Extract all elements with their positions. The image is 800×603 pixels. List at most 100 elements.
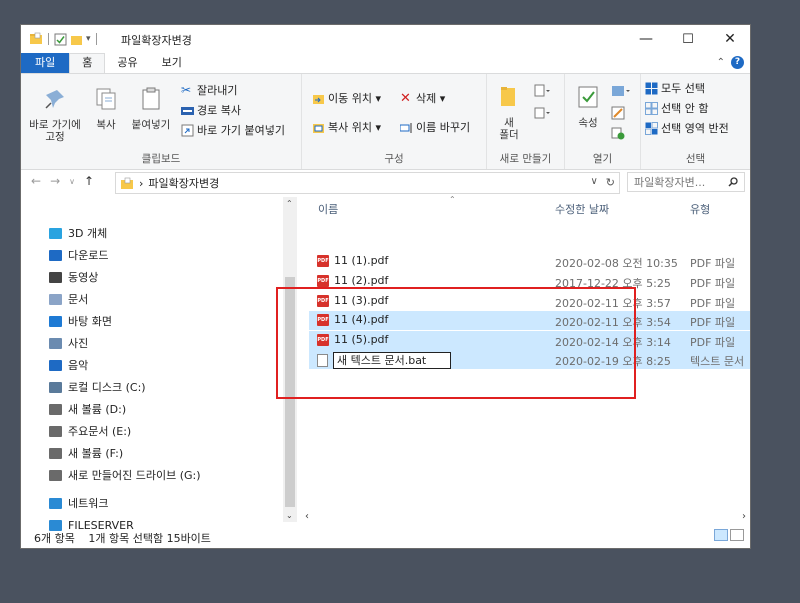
sidebar-item[interactable]: 사진 [49, 333, 88, 353]
breadcrumb-chevron-icon[interactable]: › [139, 177, 143, 190]
help-icon[interactable]: ? [731, 56, 744, 69]
horizontal-scrollbar[interactable]: ‹ › [301, 511, 750, 523]
file-row[interactable]: 새 텍스트 문서.bat 2020-02-19 오후 8:25 텍스트 문서 [309, 350, 750, 369]
ribbon: 바로 가기에 고정 복사 붙여넣기 ✂ 잘라내기 경로 복사 바로 가기 붙여넣… [21, 73, 750, 170]
tab-share[interactable]: 공유 [105, 53, 149, 73]
column-type[interactable]: 유형 [690, 201, 710, 217]
sidebar-item[interactable]: 새 볼륨 (F:) [49, 443, 123, 463]
sidebar-item[interactable]: 바탕 화면 [49, 311, 112, 331]
system-drive-icon [49, 381, 62, 393]
recent-dropdown-icon[interactable]: ∨ [69, 174, 75, 190]
sidebar-item[interactable]: 새 볼륨 (D:) [49, 399, 126, 419]
file-name-cell: PDF 11 (5).pdf [317, 333, 388, 346]
select-none-button[interactable]: 선택 안 함 [645, 100, 708, 116]
copy-path-button[interactable]: 경로 복사 [181, 102, 241, 118]
minimize-button[interactable]: — [626, 25, 666, 53]
sidebar-item-label: 새로 만들어진 드라이브 (G:) [68, 469, 201, 482]
paste-button[interactable]: 붙여넣기 [127, 86, 175, 131]
nav-scrollbar[interactable]: ⌃ ⌄ [283, 197, 297, 522]
copy-to-button[interactable]: 복사 위치 ▾ [312, 119, 381, 135]
move-to-label: 이동 위치 ▾ [328, 92, 381, 105]
file-row[interactable]: PDF 11 (4).pdf 2020-02-11 오후 3:54 PDF 파일 [309, 311, 750, 330]
sidebar-item[interactable]: 음악 [49, 355, 88, 375]
sidebar-item[interactable]: 네트워크 [49, 493, 108, 513]
download-icon [49, 249, 62, 261]
file-date: 2017-12-22 오후 5:25 [555, 277, 671, 290]
invert-selection-button[interactable]: 선택 영역 반전 [645, 120, 729, 136]
sidebar-item-label: 음악 [68, 359, 89, 372]
paste-shortcut-button[interactable]: 바로 가기 붙여넣기 [181, 122, 285, 138]
rename-button[interactable]: 이름 바꾸기 [400, 119, 470, 135]
scroll-right-icon[interactable]: › [742, 511, 746, 523]
easy-access-icon[interactable] [533, 106, 551, 120]
address-dropdown-icon[interactable]: ∨ [590, 176, 597, 189]
back-icon[interactable]: ← [31, 174, 41, 190]
sidebar-item[interactable]: 문서 [49, 289, 88, 309]
new-folder-icon[interactable] [70, 33, 83, 46]
properties-icon[interactable] [54, 33, 67, 46]
sidebar-item[interactable]: 주요문서 (E:) [49, 421, 131, 441]
file-row[interactable]: PDF 11 (1).pdf 2020-02-08 오전 10:35 PDF 파일 [309, 252, 750, 271]
new-folder-button[interactable]: 새 폴더 [491, 84, 527, 141]
edit-icon[interactable] [611, 106, 625, 120]
scissors-icon: ✂ [181, 82, 192, 97]
file-row[interactable]: PDF 11 (3).pdf 2020-02-11 오후 3:57 PDF 파일 [309, 292, 750, 311]
sidebar-item-label: 다운로드 [68, 249, 109, 262]
copy-path-label: 경로 복사 [197, 104, 241, 117]
column-name[interactable]: 이름 [318, 201, 338, 217]
address-controls: ∨ ↻ [590, 176, 615, 189]
sidebar-item[interactable]: 다운로드 [49, 245, 108, 265]
quick-access-toolbar: ▾ [29, 32, 99, 46]
scroll-left-icon[interactable]: ‹ [305, 511, 309, 523]
open-icon[interactable] [611, 84, 633, 98]
close-button[interactable]: ✕ [710, 25, 750, 53]
column-date[interactable]: 수정한 날짜 [555, 201, 609, 217]
tab-view[interactable]: 보기 [150, 53, 194, 73]
delete-button[interactable]: ✕ 삭제 ▾ [400, 90, 445, 106]
maximize-button[interactable]: ☐ [668, 25, 708, 53]
address-bar-row: ← → ∨ ↑ › 파일확장자변경 ∨ ↻ 파일확장자변... [21, 170, 750, 194]
forward-icon[interactable]: → [50, 174, 60, 190]
folder-icon [121, 177, 133, 189]
nav-scroll-thumb[interactable] [285, 277, 295, 507]
details-view-icon[interactable] [714, 529, 728, 541]
new-group-label: 새로 만들기 [499, 153, 552, 165]
file-type: PDF 파일 [690, 316, 736, 329]
select-all-button[interactable]: 모두 선택 [645, 80, 705, 96]
customize-qat-icon[interactable]: ▾ [86, 34, 91, 44]
new-item-icon[interactable] [533, 84, 551, 98]
scroll-down-icon[interactable]: ⌄ [286, 511, 293, 520]
sidebar-item[interactable]: 새로 만들어진 드라이브 (G:) [49, 465, 201, 485]
history-icon[interactable] [611, 126, 625, 140]
file-row[interactable]: PDF 11 (2).pdf 2017-12-22 오후 5:25 PDF 파일 [309, 272, 750, 291]
refresh-icon[interactable]: ↻ [606, 176, 615, 189]
search-input[interactable]: 파일확장자변... [627, 172, 745, 192]
sidebar-item[interactable]: 로컬 디스크 (C:) [49, 377, 146, 397]
file-row[interactable]: PDF 11 (5).pdf 2020-02-14 오후 3:14 PDF 파일 [309, 331, 750, 350]
tab-home[interactable]: 홈 [69, 53, 106, 73]
collapse-ribbon-icon[interactable]: ⌃ [717, 57, 725, 68]
large-icons-view-icon[interactable] [730, 529, 744, 541]
tab-file[interactable]: 파일 [21, 53, 70, 73]
sidebar-item-label: 주요문서 (E:) [68, 425, 132, 438]
navigation-pane: 3D 개체 다운로드 동영상 문서 바탕 화면 사진 음악 로컬 디스크 (C:) 새 볼륨 (… [21, 197, 283, 532]
invert-selection-icon [645, 121, 658, 135]
pdf-file-icon: PDF [317, 254, 329, 267]
pin-quick-access-button[interactable]: 바로 가기에 고정 [25, 86, 85, 143]
breadcrumb-current[interactable]: 파일확장자변경 [148, 175, 219, 191]
title-bar: ▾ 파일확장자변경 — ☐ ✕ [21, 25, 750, 53]
cut-button[interactable]: ✂ 잘라내기 [181, 82, 237, 98]
sidebar-item[interactable]: 동영상 [49, 267, 98, 287]
scroll-up-icon[interactable]: ⌃ [286, 199, 293, 208]
paste-shortcut-label: 바로 가기 붙여넣기 [197, 124, 285, 137]
properties-button[interactable]: 속성 [571, 84, 605, 129]
move-to-button[interactable]: 이동 위치 ▾ [312, 90, 381, 106]
up-icon[interactable]: ↑ [84, 174, 94, 190]
address-bar[interactable]: › 파일확장자변경 ∨ ↻ [115, 172, 620, 194]
sidebar-item[interactable]: 3D 개체 [49, 223, 107, 243]
view-buttons [714, 529, 744, 541]
copy-button[interactable]: 복사 [91, 86, 121, 131]
sort-ascending-icon: ⌃ [449, 195, 456, 204]
rename-field[interactable]: 새 텍스트 문서.bat [333, 352, 451, 369]
drive-icon [49, 447, 62, 459]
